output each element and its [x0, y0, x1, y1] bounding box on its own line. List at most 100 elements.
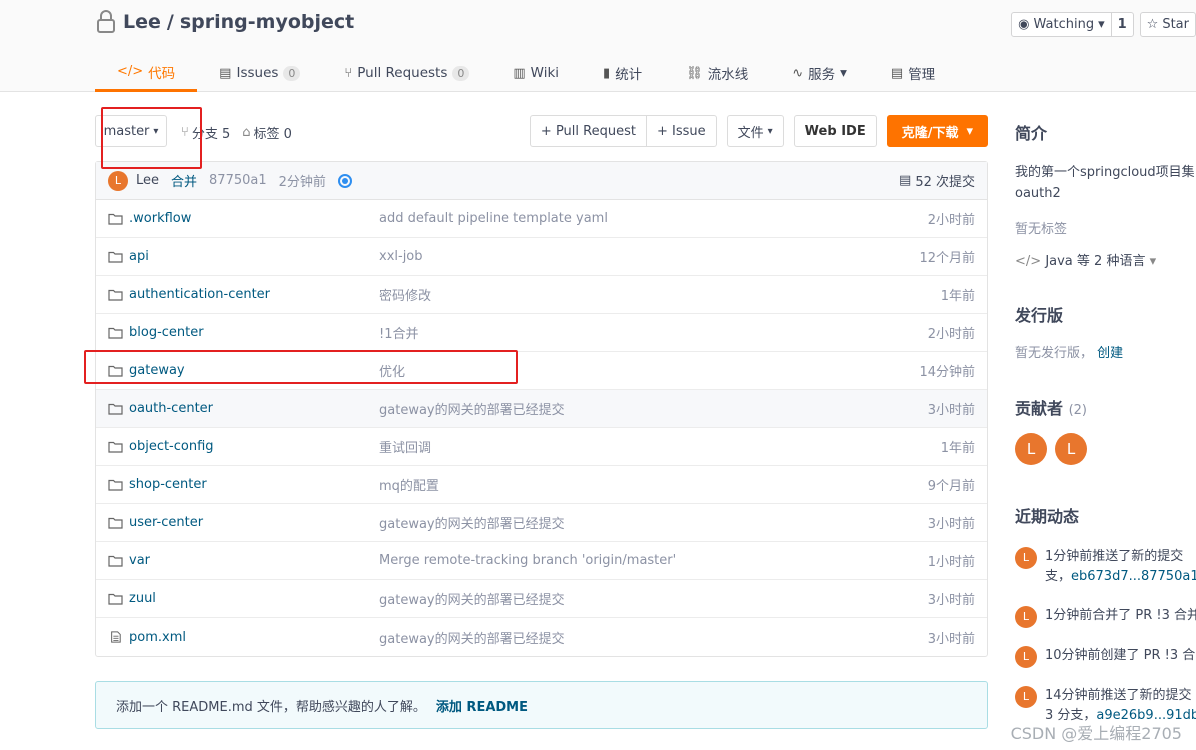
table-row[interactable]: api xxl-job 12个月前	[96, 238, 987, 276]
commit-author[interactable]: Lee	[136, 173, 159, 188]
avatar[interactable]: L	[1015, 606, 1037, 628]
new-issue-button[interactable]: + Issue	[645, 116, 716, 146]
ci-status-icon[interactable]	[337, 173, 352, 188]
pipeline-icon: ⛓	[686, 65, 703, 81]
avatar[interactable]: L	[108, 170, 128, 191]
repo-tabs: </> 代码 ▤ Issues 0 ⑂ Pull Requests 0 ▥ Wi…	[95, 54, 957, 92]
avatar[interactable]: L	[1015, 646, 1037, 668]
file-name: oauth-center	[129, 401, 214, 416]
avatar[interactable]: L	[1015, 433, 1047, 465]
tab-wiki[interactable]: ▥ Wiki	[491, 54, 581, 92]
tab-stats[interactable]: ▮ 统计	[581, 54, 664, 92]
table-row[interactable]: pom.xml gateway的网关的部署已经提交 3小时前	[96, 618, 987, 656]
folder-icon	[108, 593, 123, 605]
repo-name-link[interactable]: spring-myobject	[180, 11, 354, 33]
file-commit-time: 1年前	[940, 289, 975, 304]
watch-count[interactable]: 1	[1110, 13, 1133, 36]
table-row[interactable]: authentication-center 密码修改 1年前	[96, 276, 987, 314]
tab-services[interactable]: ∿ 服务 ▾	[770, 54, 869, 92]
lock-icon	[97, 10, 115, 33]
watch-button[interactable]: ◉ Watching ▾	[1012, 13, 1110, 36]
contributors-title: 贡献者	[1015, 399, 1064, 418]
tags-link[interactable]: ⌂ 标签 0	[242, 123, 292, 142]
caret-down-icon: ▾	[1098, 17, 1105, 32]
table-row[interactable]: var Merge remote-tracking branch 'origin/…	[96, 542, 987, 580]
web-ide-button[interactable]: Web IDE	[793, 115, 877, 147]
table-row[interactable]: oauth-center gateway的网关的部署已经提交 3小时前	[96, 390, 987, 428]
file-commit-message[interactable]: gateway的网关的部署已经提交	[379, 513, 565, 532]
avatar[interactable]: L	[1055, 433, 1087, 465]
file-name-link[interactable]: pom.xml	[108, 630, 186, 645]
folder-icon	[108, 555, 123, 567]
repo-title: Lee / spring-myobject	[95, 10, 354, 34]
folder-icon	[108, 403, 123, 415]
tab-label: 统计	[615, 67, 643, 83]
file-commit-message[interactable]: gateway的网关的部署已经提交	[379, 399, 565, 418]
repo-toolbar: master ▾ ⑂ 分支 5 ⌂ 标签 0 + Pull Request + …	[95, 115, 988, 147]
file-name-link[interactable]: var	[108, 553, 150, 568]
file-commit-message[interactable]: Merge remote-tracking branch 'origin/mas…	[379, 553, 676, 568]
folder-icon	[108, 289, 123, 301]
commit-message[interactable]: 合并	[171, 171, 197, 190]
file-icon	[111, 631, 121, 643]
commit-count-link[interactable]: ▤ 52 次提交	[899, 171, 975, 190]
file-commit-message[interactable]: 密码修改	[379, 285, 431, 304]
file-name-link[interactable]: oauth-center	[108, 401, 213, 416]
table-row[interactable]: blog-center !1合并 2小时前	[96, 314, 987, 352]
file-commit-message[interactable]: xxl-job	[379, 249, 423, 264]
avatar[interactable]: L	[1015, 686, 1037, 708]
file-name-link[interactable]: shop-center	[108, 477, 207, 492]
last-commit-row: L Lee 合并 87750a1 2分钟前 ▤ 52 次提交	[96, 162, 987, 200]
release-heading: 发行版	[1015, 306, 1064, 325]
commits-icon: ▤	[899, 173, 912, 188]
table-row[interactable]: object-config 重试回调 1年前	[96, 428, 987, 466]
star-button[interactable]: ☆ Star	[1139, 12, 1196, 37]
tab-code[interactable]: </> 代码	[95, 54, 198, 92]
file-name-link[interactable]: object-config	[108, 439, 214, 454]
file-name-link[interactable]: authentication-center	[108, 287, 270, 302]
file-name-link[interactable]: .workflow	[108, 211, 191, 226]
no-release-text: 暂无发行版，	[1015, 346, 1094, 361]
new-pull-request-button[interactable]: + Pull Request	[531, 116, 646, 146]
pull-request-icon: ⑂	[344, 65, 353, 81]
file-name-link[interactable]: blog-center	[108, 325, 204, 340]
file-commit-message[interactable]: !1合并	[379, 323, 418, 342]
file-commit-message[interactable]: gateway的网关的部署已经提交	[379, 628, 565, 647]
table-row[interactable]: user-center gateway的网关的部署已经提交 3小时前	[96, 504, 987, 542]
file-name: api	[129, 249, 149, 264]
add-readme-link[interactable]: 添加 README	[436, 696, 528, 715]
tab-issues[interactable]: ▤ Issues 0	[197, 54, 322, 92]
file-dropdown-button[interactable]: 文件 ▾	[726, 115, 784, 147]
file-commit-message[interactable]: add default pipeline template yaml	[379, 211, 608, 226]
file-commit-message[interactable]: mq的配置	[379, 475, 439, 494]
readme-prompt-text: 添加一个 README.md 文件，帮助感兴趣的人了解。	[116, 699, 426, 715]
file-name-link[interactable]: zuul	[108, 591, 156, 606]
create-release-link[interactable]: 创建	[1097, 346, 1123, 361]
caret-down-icon: ▾	[767, 125, 773, 137]
folder-icon	[108, 479, 123, 491]
commit-range-link[interactable]: eb673d7...87750a1	[1071, 569, 1196, 584]
code-icon: </>	[1015, 254, 1042, 269]
clone-download-button[interactable]: 克隆/下载 ▾	[886, 115, 988, 147]
repo-header-actions: ◉ Watching ▾ 1 ☆ Star	[1011, 12, 1196, 37]
table-row[interactable]: shop-center mq的配置 9个月前	[96, 466, 987, 504]
file-name-link[interactable]: api	[108, 249, 149, 264]
file-commit-message[interactable]: gateway的网关的部署已经提交	[379, 589, 565, 608]
folder-icon	[108, 517, 123, 529]
tab-pull-requests[interactable]: ⑂ Pull Requests 0	[322, 54, 491, 92]
table-row[interactable]: .workflow add default pipeline template y…	[96, 200, 987, 238]
manage-icon: ▤	[890, 65, 904, 81]
repo-owner-link[interactable]: Lee	[123, 11, 161, 33]
languages-dropdown[interactable]: </> Java 等 2 种语言 ▾	[1015, 251, 1196, 272]
file-name-link[interactable]: user-center	[108, 515, 203, 530]
avatar[interactable]: L	[1015, 547, 1037, 569]
table-row[interactable]: zuul gateway的网关的部署已经提交 3小时前	[96, 580, 987, 618]
caret-down-icon: ▾	[840, 65, 847, 81]
watermark-text: CSDN @爱上编程2705	[1010, 724, 1182, 743]
commit-sha[interactable]: 87750a1	[209, 173, 267, 188]
file-commit-message[interactable]: 重试回调	[379, 437, 431, 456]
tab-pipeline[interactable]: ⛓ 流水线	[664, 54, 770, 92]
pulse-icon: ∿	[792, 65, 804, 81]
tab-manage[interactable]: ▤ 管理	[869, 54, 957, 92]
file-name: blog-center	[129, 325, 204, 340]
